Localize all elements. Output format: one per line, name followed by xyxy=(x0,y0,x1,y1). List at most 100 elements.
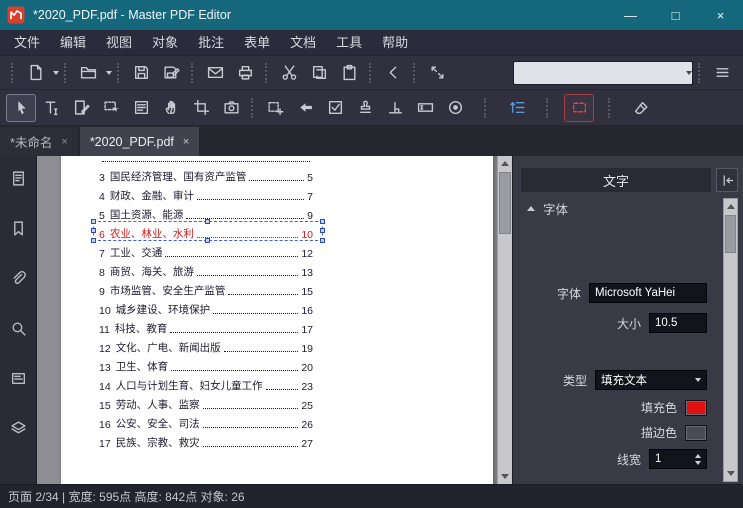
edit-text-tool-button[interactable] xyxy=(36,94,66,122)
tab-close-icon[interactable]: × xyxy=(61,136,67,148)
spinner[interactable] xyxy=(695,453,701,465)
selection-handle[interactable] xyxy=(91,228,96,233)
toolbar-grip[interactable] xyxy=(608,97,612,118)
spin-up-icon[interactable] xyxy=(695,453,701,458)
search-box[interactable] xyxy=(513,60,693,85)
bookmarks-panel-button[interactable] xyxy=(5,216,31,240)
toolbar-grip[interactable] xyxy=(11,62,15,83)
text-field-tool-button[interactable] xyxy=(410,94,440,122)
crop-tool-button[interactable] xyxy=(186,94,216,122)
menu-annotate[interactable]: 批注 xyxy=(188,30,234,55)
toc-row[interactable]: 12 文化、广电、新闻出版 19 xyxy=(99,336,313,355)
toc-row[interactable]: 10 城乡建设、环境保护 16 xyxy=(99,298,313,317)
toolbar-menu-button[interactable] xyxy=(707,59,737,87)
stroke-color-swatch[interactable] xyxy=(685,424,707,441)
toolbar-grip[interactable] xyxy=(484,97,488,118)
toolbar-grip[interactable] xyxy=(117,62,121,83)
toolbar-grip[interactable] xyxy=(369,62,373,83)
cut-button[interactable] xyxy=(274,59,304,87)
pdf-page[interactable]: 3 国民经济管理、国有资产监管 5 4 财政、金融、审计 7 5 国土资源、能源 xyxy=(61,156,493,484)
layers-panel-button[interactable] xyxy=(5,416,31,440)
close-button[interactable]: × xyxy=(698,0,743,30)
stamp-tool-button[interactable] xyxy=(350,94,380,122)
select-fields-tool-button[interactable] xyxy=(96,94,126,122)
font-family-input[interactable]: Microsoft YaHei xyxy=(589,283,707,303)
insert-arrow-tool-button[interactable] xyxy=(290,94,320,122)
rectangle-annotation-tool-button[interactable] xyxy=(564,93,594,122)
toolbar-grip[interactable] xyxy=(191,62,195,83)
select-tool-button[interactable] xyxy=(6,93,36,122)
tab-close-icon[interactable]: × xyxy=(183,136,189,148)
toc-row[interactable]: 14 人口与计划生育、妇女儿童工作 23 xyxy=(99,374,313,393)
minimize-button[interactable]: — xyxy=(608,0,653,30)
checkbox-tool-button[interactable] xyxy=(320,94,350,122)
scroll-down-icon[interactable] xyxy=(498,469,512,484)
new-document-button[interactable] xyxy=(20,59,50,87)
paste-button[interactable] xyxy=(334,59,364,87)
menu-object[interactable]: 对象 xyxy=(142,30,188,55)
search-panel-button[interactable] xyxy=(5,316,31,340)
toc-row-partial[interactable] xyxy=(99,156,313,165)
open-button[interactable] xyxy=(73,59,103,87)
fill-type-select[interactable]: 填充文本 xyxy=(595,370,707,390)
scroll-up-icon[interactable] xyxy=(498,156,512,171)
chevron-down-icon[interactable] xyxy=(106,70,112,75)
section-font[interactable]: 字体 xyxy=(527,199,743,218)
toc-row[interactable]: 3 国民经济管理、国有资产监管 5 xyxy=(99,165,313,184)
selection-handle[interactable] xyxy=(320,219,325,224)
toc-row[interactable]: 17 民族、宗教、救灾 27 xyxy=(99,431,313,450)
document-viewport[interactable]: 3 国民经济管理、国有资产监管 5 4 财政、金融、审计 7 5 国土资源、能源 xyxy=(36,156,512,484)
line-width-input[interactable]: 1 xyxy=(649,449,707,469)
toc-row[interactable]: 8 商贸、海关、旅游 13 xyxy=(99,260,313,279)
measure-tool-button[interactable] xyxy=(380,94,410,122)
chevron-down-icon[interactable] xyxy=(686,70,692,75)
toolbar-grip[interactable] xyxy=(251,97,255,118)
radio-button-tool-button[interactable] xyxy=(440,94,470,122)
spin-down-icon[interactable] xyxy=(695,460,701,465)
toc-row[interactable]: 11 科技、教育 17 xyxy=(99,317,313,336)
form-list-tool-button[interactable] xyxy=(126,94,156,122)
toc-row[interactable]: 9 市场监管、安全生产监管 15 xyxy=(99,279,313,298)
attachments-panel-button[interactable] xyxy=(5,266,31,290)
save-button[interactable] xyxy=(126,59,156,87)
pages-panel-button[interactable] xyxy=(5,166,31,190)
toc-row-selected[interactable]: 6 农业、林业、水利 10 xyxy=(91,219,325,243)
toolbar-grip[interactable] xyxy=(64,62,68,83)
toolbar-grip[interactable] xyxy=(413,62,417,83)
toc-row[interactable]: 15 劳动、人事、监察 25 xyxy=(99,393,313,412)
scrollbar-thumb[interactable] xyxy=(499,172,511,234)
document-vertical-scrollbar[interactable] xyxy=(497,156,512,484)
scroll-up-icon[interactable] xyxy=(724,199,738,214)
toc-row[interactable]: 16 公安、安全、司法 26 xyxy=(99,412,313,431)
form-fields-panel-button[interactable] xyxy=(5,366,31,390)
save-as-button[interactable] xyxy=(156,59,186,87)
add-field-tool-button[interactable] xyxy=(260,94,290,122)
print-button[interactable] xyxy=(230,59,260,87)
email-button[interactable] xyxy=(200,59,230,87)
hand-tool-button[interactable] xyxy=(156,94,186,122)
menu-tools[interactable]: 工具 xyxy=(326,30,372,55)
menu-edit[interactable]: 编辑 xyxy=(50,30,96,55)
tab-untitled[interactable]: *未命名 × xyxy=(0,127,78,156)
selection-handle[interactable] xyxy=(91,238,96,243)
search-input[interactable] xyxy=(524,65,679,80)
copy-button[interactable] xyxy=(304,59,334,87)
selection-handle[interactable] xyxy=(91,219,96,224)
selection-handle[interactable] xyxy=(320,238,325,243)
maximize-button[interactable]: □ xyxy=(653,0,698,30)
menu-view[interactable]: 视图 xyxy=(96,30,142,55)
panel-collapse-button[interactable] xyxy=(716,168,738,192)
selection-handle[interactable] xyxy=(205,219,210,224)
toolbar-grip[interactable] xyxy=(265,62,269,83)
menu-help[interactable]: 帮助 xyxy=(372,30,418,55)
snapshot-tool-button[interactable] xyxy=(216,94,246,122)
toc-row[interactable]: 7 工业、交通 12 xyxy=(99,241,313,260)
chevron-down-icon[interactable] xyxy=(53,70,59,75)
toc-row[interactable]: 4 财政、金融、审计 7 xyxy=(99,184,313,203)
menu-form[interactable]: 表单 xyxy=(234,30,280,55)
scroll-down-icon[interactable] xyxy=(724,466,738,481)
menu-document[interactable]: 文档 xyxy=(280,30,326,55)
fit-page-button[interactable] xyxy=(422,59,452,87)
eraser-tool-button[interactable] xyxy=(626,94,656,122)
app-logo-icon[interactable] xyxy=(7,6,25,24)
